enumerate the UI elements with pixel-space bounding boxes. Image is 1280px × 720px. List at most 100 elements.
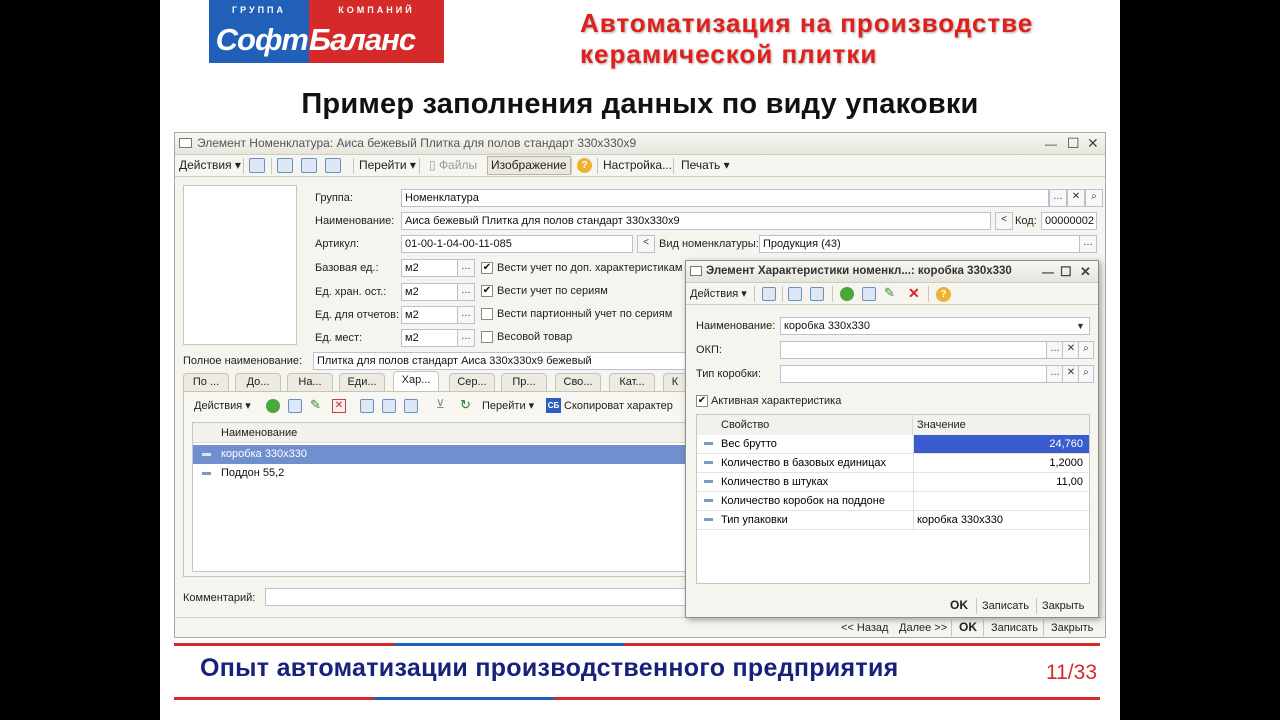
back-button[interactable]: << Назад (841, 621, 888, 636)
article-history-icon[interactable]: < (637, 235, 655, 253)
tab-9[interactable]: Кат... (609, 373, 655, 391)
value-cell[interactable]: 24,760 (913, 435, 1089, 453)
dialog-ok-button[interactable]: OK (950, 598, 968, 613)
grid-header-value[interactable]: Значение (913, 415, 1089, 435)
active-checkbox[interactable]: ✔ (696, 395, 708, 407)
list-header-name[interactable]: Наименование (193, 423, 687, 443)
table-row[interactable]: Количество коробок на поддоне (697, 492, 1089, 511)
tab-actions-menu[interactable]: Действия ▾ (194, 399, 251, 414)
dialog-copy-icon[interactable] (810, 287, 824, 301)
table-row[interactable]: Тип упаковки коробка 330x330 (697, 511, 1089, 530)
new-icon[interactable] (277, 158, 293, 173)
list-item[interactable]: Поддон 55,2 (193, 464, 687, 483)
copy-icon[interactable] (301, 158, 317, 173)
table-row[interactable]: Количество в штуках 11,00 (697, 473, 1089, 492)
tab-7[interactable]: Пр... (501, 373, 547, 391)
base-unit-field[interactable]: м2 (401, 259, 459, 277)
group-search-icon[interactable]: ⌕ (1085, 189, 1103, 207)
dialog-edit-icon[interactable]: ✎ (884, 285, 895, 301)
tab-2[interactable]: До... (235, 373, 281, 391)
copy-chars-icon[interactable]: СБ (546, 398, 561, 413)
dialog-okp-field[interactable] (780, 341, 1048, 359)
dialog-name-field[interactable]: коробка 330x330 (780, 317, 1090, 335)
place-unit-field[interactable]: м2 (401, 329, 459, 347)
value-cell[interactable]: коробка 330x330 (913, 511, 1089, 529)
close-button[interactable]: Закрыть (1051, 621, 1093, 636)
table-row[interactable]: Вес брутто 24,760 (697, 435, 1089, 454)
list-item[interactable]: коробка 330x330 (193, 445, 687, 464)
copy-chars-button[interactable]: Скопироват характер (564, 399, 673, 414)
save-button[interactable]: Записать (991, 621, 1038, 636)
report-unit-select-button[interactable]: … (457, 306, 475, 324)
dialog-name-dropdown-icon[interactable]: ▼ (1076, 321, 1085, 331)
group-clear-icon[interactable]: ✕ (1067, 189, 1085, 207)
filter-list-icon[interactable] (404, 399, 418, 413)
edit-icon[interactable]: ✎ (310, 397, 321, 413)
actions-menu[interactable]: Действия ▾ (179, 158, 241, 173)
copy-row-icon[interactable] (288, 399, 302, 413)
filter-value-icon[interactable] (382, 399, 396, 413)
base-unit-select-button[interactable]: … (457, 259, 475, 277)
group-select-button[interactable]: … (1049, 189, 1067, 207)
clear-filter-icon[interactable]: ⊻ (436, 397, 445, 411)
place-unit-select-button[interactable]: … (457, 329, 475, 347)
ok-button[interactable]: OK (959, 620, 977, 635)
close-icon[interactable]: ✕ (1087, 133, 1099, 154)
dialog-help-icon[interactable]: ? (936, 287, 951, 302)
tab-1[interactable]: По ... (183, 373, 229, 391)
kind-field[interactable]: Продукция (43) (759, 235, 1081, 253)
table-row[interactable]: Количество в базовых единицах 1,2000 (697, 454, 1089, 473)
tab-characteristics[interactable]: Хар... (393, 371, 439, 391)
dialog-close-button[interactable]: Закрыть (1042, 599, 1084, 614)
group-field[interactable]: Номенклатура (401, 189, 1049, 207)
extra-chars-checkbox[interactable]: ✔ (481, 262, 493, 274)
maximize-icon[interactable]: ☐ (1067, 133, 1080, 154)
dialog-save-icon[interactable] (762, 287, 776, 301)
code-field[interactable]: 00000002 (1041, 212, 1097, 230)
add-icon[interactable] (266, 399, 280, 413)
comment-field[interactable] (265, 588, 705, 606)
tab-4[interactable]: Еди... (339, 373, 385, 391)
box-type-search-icon[interactable]: ⌕ (1078, 365, 1094, 383)
dialog-add-icon[interactable] (840, 287, 854, 301)
tab-6[interactable]: Сер... (449, 373, 495, 391)
value-cell[interactable] (913, 492, 1089, 510)
okp-search-icon[interactable]: ⌕ (1078, 341, 1094, 359)
tab-10[interactable]: К (663, 373, 687, 391)
dialog-maximize-icon[interactable]: ☐ (1060, 261, 1072, 282)
goto-menu[interactable]: Перейти ▾ (359, 158, 416, 173)
name-field[interactable]: Аиса бежевый Плитка для полов стандарт 3… (401, 212, 991, 230)
kind-select-button[interactable]: … (1079, 235, 1097, 253)
dialog-box-type-field[interactable] (780, 365, 1048, 383)
refresh-icon[interactable]: ↻ (460, 397, 471, 413)
article-field[interactable]: 01-00-1-04-00-11-085 (401, 235, 633, 253)
dialog-delete-icon[interactable]: ✕ (908, 285, 920, 302)
tab-goto-menu[interactable]: Перейти ▾ (482, 399, 534, 414)
help-icon[interactable]: ? (577, 158, 592, 173)
tab-3[interactable]: На... (287, 373, 333, 391)
grid-header-property[interactable]: Свойство (697, 415, 913, 435)
storage-unit-field[interactable]: м2 (401, 283, 459, 301)
value-cell[interactable]: 1,2000 (913, 454, 1089, 472)
dialog-actions-menu[interactable]: Действия ▾ (690, 287, 747, 302)
series-checkbox[interactable]: ✔ (481, 285, 493, 297)
save-icon[interactable] (249, 158, 265, 173)
dialog-new-icon[interactable] (788, 287, 802, 301)
settings-button[interactable]: Настройка... (603, 158, 672, 173)
files-button[interactable]: ▯ Файлы (429, 158, 477, 173)
name-history-icon[interactable]: < (995, 212, 1013, 230)
minimize-icon[interactable]: — (1045, 134, 1057, 155)
dialog-minimize-icon[interactable]: — (1042, 262, 1054, 283)
full-name-field[interactable]: Плитка для полов стандарт Аиса 330x330x9… (313, 352, 697, 370)
weight-checkbox[interactable] (481, 331, 493, 343)
storage-unit-select-button[interactable]: … (457, 283, 475, 301)
value-cell[interactable]: 11,00 (913, 473, 1089, 491)
print-menu[interactable]: Печать ▾ (681, 158, 730, 173)
image-button[interactable]: Изображение (487, 156, 571, 175)
next-button[interactable]: Далее >> (899, 621, 947, 636)
filter-icon[interactable] (360, 399, 374, 413)
delete-icon[interactable]: ✕ (332, 399, 346, 413)
image-area[interactable] (183, 185, 297, 345)
report-unit-field[interactable]: м2 (401, 306, 459, 324)
batch-series-checkbox[interactable] (481, 308, 493, 320)
